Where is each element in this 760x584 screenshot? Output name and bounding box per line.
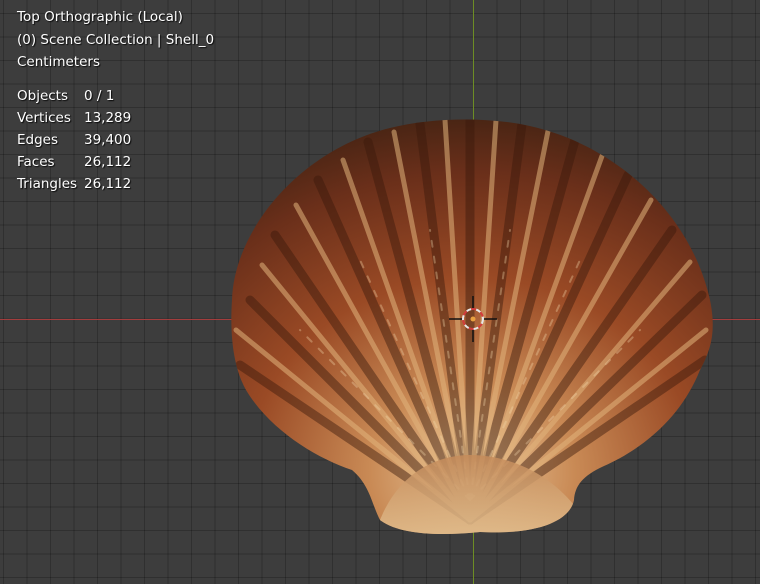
stat-label: Objects [17,88,69,104]
stat-value: 0 / 1 [84,88,115,104]
collection-path: (0) Scene Collection | Shell_0 [17,31,215,48]
viewport-info: Top Orthographic (Local) (0) Scene Colle… [17,6,214,74]
stat-row-triangles: Triangles 26,112 [17,173,131,195]
stat-value: 13,289 [84,110,132,126]
stat-value: 39,400 [84,132,132,148]
stat-row-vertices: Vertices 13,289 [17,107,131,129]
stat-row-edges: Edges 39,400 [17,129,131,151]
stat-label: Edges [17,132,59,148]
stat-row-faces: Faces 26,112 [17,151,131,173]
stat-row-objects: Objects 0 / 1 [17,85,131,107]
stat-label: Vertices [17,110,71,126]
unit-system: Centimeters [17,54,100,70]
stat-label: Faces [17,154,55,170]
stat-value: 26,112 [84,154,132,170]
view-name: Top Orthographic (Local) [17,9,183,25]
stat-value: 26,112 [84,176,132,192]
3d-viewport[interactable]: Top Orthographic (Local) (0) Scene Colle… [0,0,760,584]
scene-statistics: Objects 0 / 1 Vertices 13,289 Edges 39,4… [17,85,131,195]
stat-label: Triangles [17,176,78,192]
